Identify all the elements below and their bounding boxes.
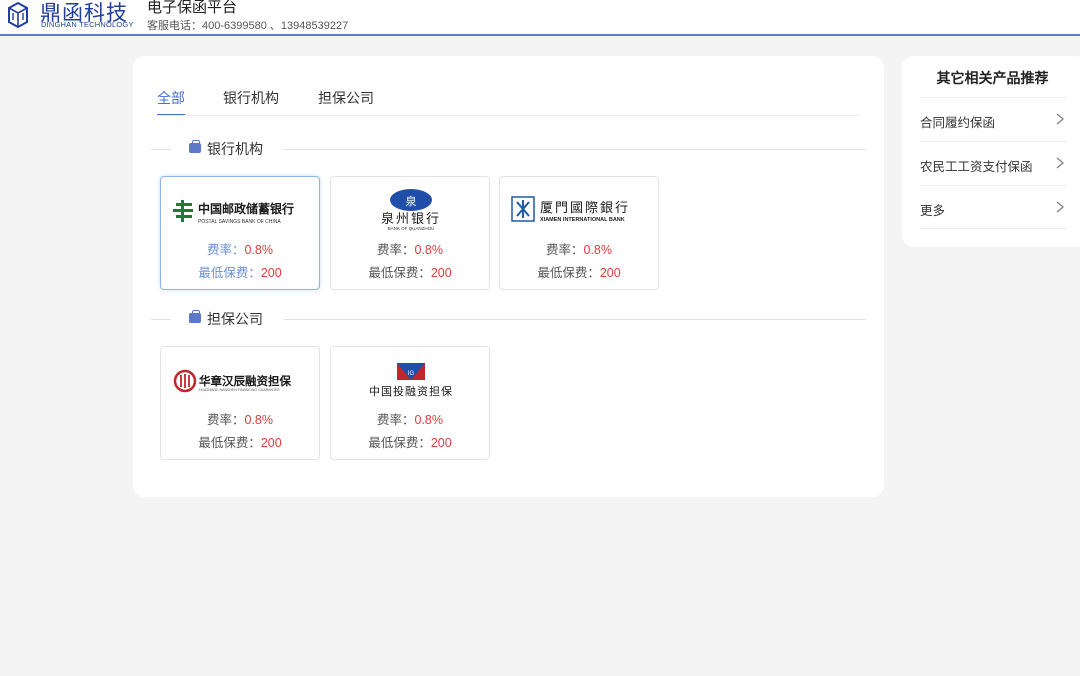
min-fee-row: 最低保费：200 bbox=[537, 266, 621, 280]
rate-row: 费率：0.8% bbox=[545, 243, 613, 257]
tab-all[interactable]: 全部 bbox=[157, 88, 185, 116]
related-products-title: 其它相关产品推荐 bbox=[936, 70, 1049, 86]
logo-sub-text: HUAZHANG HANCHEN FINANCING GUARANTEE bbox=[199, 388, 281, 392]
tab-guarantee-companies[interactable]: 担保公司 bbox=[318, 88, 374, 108]
logo-subtitle: DINGHAN TECHNOLOGY bbox=[41, 20, 134, 29]
institution-card-huazhang[interactable]: 华章汉辰融资担保 HUAZHANG HANCHEN FINANCING GUAR… bbox=[160, 346, 320, 460]
min-fee-row: 最低保费：200 bbox=[198, 266, 282, 280]
rate-value: 0.8% bbox=[244, 413, 274, 427]
min-fee-value: 200 bbox=[430, 436, 452, 450]
logo-sub-text: BANK OF QUANZHOU bbox=[388, 226, 435, 231]
logo-main-text: 中国投融资担保 bbox=[369, 384, 453, 398]
logo-sub-text: XIAMEN INTERNATIONAL BANK bbox=[540, 217, 625, 223]
xiamen-bank-logo: 厦門國際銀行 XIAMEN INTERNATIONAL BANK bbox=[511, 196, 630, 223]
platform-title: 电子保函平台 bbox=[147, 0, 238, 16]
section-title: 担保公司 bbox=[207, 311, 263, 327]
min-fee-value: 200 bbox=[430, 266, 452, 280]
rate-value: 0.8% bbox=[583, 243, 613, 257]
chevron-right-icon bbox=[1056, 113, 1065, 125]
min-fee-value: 200 bbox=[260, 436, 282, 450]
min-fee-row: 最低保费：200 bbox=[198, 436, 282, 450]
dinghan-logo-icon bbox=[8, 1, 28, 29]
chevron-right-icon bbox=[1056, 157, 1065, 169]
logo-main-text: 泉州银行 bbox=[381, 211, 441, 227]
briefcase-icon bbox=[189, 310, 201, 323]
huazhang-logo: 华章汉辰融资担保 HUAZHANG HANCHEN FINANCING GUAR… bbox=[173, 369, 291, 393]
institution-panel: 全部 银行机构 担保公司 银行机构 中国邮政储蓄银行 POSTAL SAVING… bbox=[133, 56, 884, 497]
logo-main-text: 厦門國際銀行 bbox=[540, 201, 630, 216]
psbc-logo: 中国邮政储蓄银行 POSTAL SAVINGS BANK OF CHINA bbox=[173, 200, 294, 225]
tab-banks[interactable]: 银行机构 bbox=[223, 88, 279, 108]
logo-sub-text: POSTAL SAVINGS BANK OF CHINA bbox=[198, 219, 281, 225]
related-item-more[interactable]: 更多 bbox=[920, 185, 1067, 229]
related-item-label: 合同履约保函 bbox=[920, 116, 996, 130]
divider bbox=[284, 149, 866, 150]
rate-row: 费率：0.8% bbox=[206, 243, 274, 257]
section-header-guarantee: 担保公司 bbox=[151, 309, 866, 329]
min-fee-value: 200 bbox=[260, 266, 282, 280]
divider bbox=[284, 319, 866, 320]
related-products-panel: 其它相关产品推荐 合同履约保函 农民工工资支付保函 更多 bbox=[902, 56, 1080, 247]
quanzhou-bank-logo: 泉 泉州银行 BANK OF QUANZHOU bbox=[381, 189, 441, 231]
logo-main-text: 中国邮政储蓄银行 bbox=[198, 201, 294, 216]
svg-text:IG: IG bbox=[408, 371, 415, 377]
divider bbox=[151, 319, 171, 320]
institution-card-xiamen[interactable]: 厦門國際銀行 XIAMEN INTERNATIONAL BANK 费率：0.8%… bbox=[499, 176, 659, 290]
institution-card-quanzhou[interactable]: 泉 泉州银行 BANK OF QUANZHOU 费率：0.8% 最低保费：200 bbox=[330, 176, 490, 290]
institution-card-china-ifg[interactable]: IG 中国投融资担保 费率：0.8% 最低保费：200 bbox=[330, 346, 490, 460]
related-item-contract-performance[interactable]: 合同履约保函 bbox=[920, 97, 1067, 141]
chevron-right-icon bbox=[1056, 201, 1065, 213]
rate-row: 费率：0.8% bbox=[376, 413, 444, 427]
china-ifg-logo: IG 中国投融资担保 bbox=[369, 363, 453, 398]
top-header: 鼎函科技 DINGHAN TECHNOLOGY 电子保函平台 客服电话：400-… bbox=[0, 0, 1080, 36]
min-fee-row: 最低保费：200 bbox=[368, 436, 452, 450]
section-header-banks: 银行机构 bbox=[151, 139, 866, 159]
service-phone: 客服电话：400-6399580 、13948539227 bbox=[147, 20, 349, 32]
rate-value: 0.8% bbox=[414, 413, 444, 427]
related-item-wage-payment[interactable]: 农民工工资支付保函 bbox=[920, 141, 1067, 185]
institution-card-psbc[interactable]: 中国邮政储蓄银行 POSTAL SAVINGS BANK OF CHINA 费率… bbox=[160, 176, 320, 290]
min-fee-value: 200 bbox=[599, 266, 621, 280]
min-fee-row: 最低保费：200 bbox=[368, 266, 452, 280]
rate-row: 费率：0.8% bbox=[376, 243, 444, 257]
related-item-label: 更多 bbox=[920, 204, 946, 218]
rate-value: 0.8% bbox=[414, 243, 444, 257]
svg-text:泉: 泉 bbox=[406, 194, 417, 208]
divider bbox=[151, 149, 171, 150]
related-item-label: 农民工工资支付保函 bbox=[920, 160, 1033, 174]
section-title: 银行机构 bbox=[207, 141, 263, 157]
briefcase-icon bbox=[189, 140, 201, 153]
rate-row: 费率：0.8% bbox=[206, 413, 274, 427]
logo-main-text: 华章汉辰融资担保 bbox=[199, 374, 291, 388]
divider bbox=[920, 228, 1067, 229]
tabs-divider bbox=[157, 115, 860, 116]
rate-value: 0.8% bbox=[244, 243, 274, 257]
